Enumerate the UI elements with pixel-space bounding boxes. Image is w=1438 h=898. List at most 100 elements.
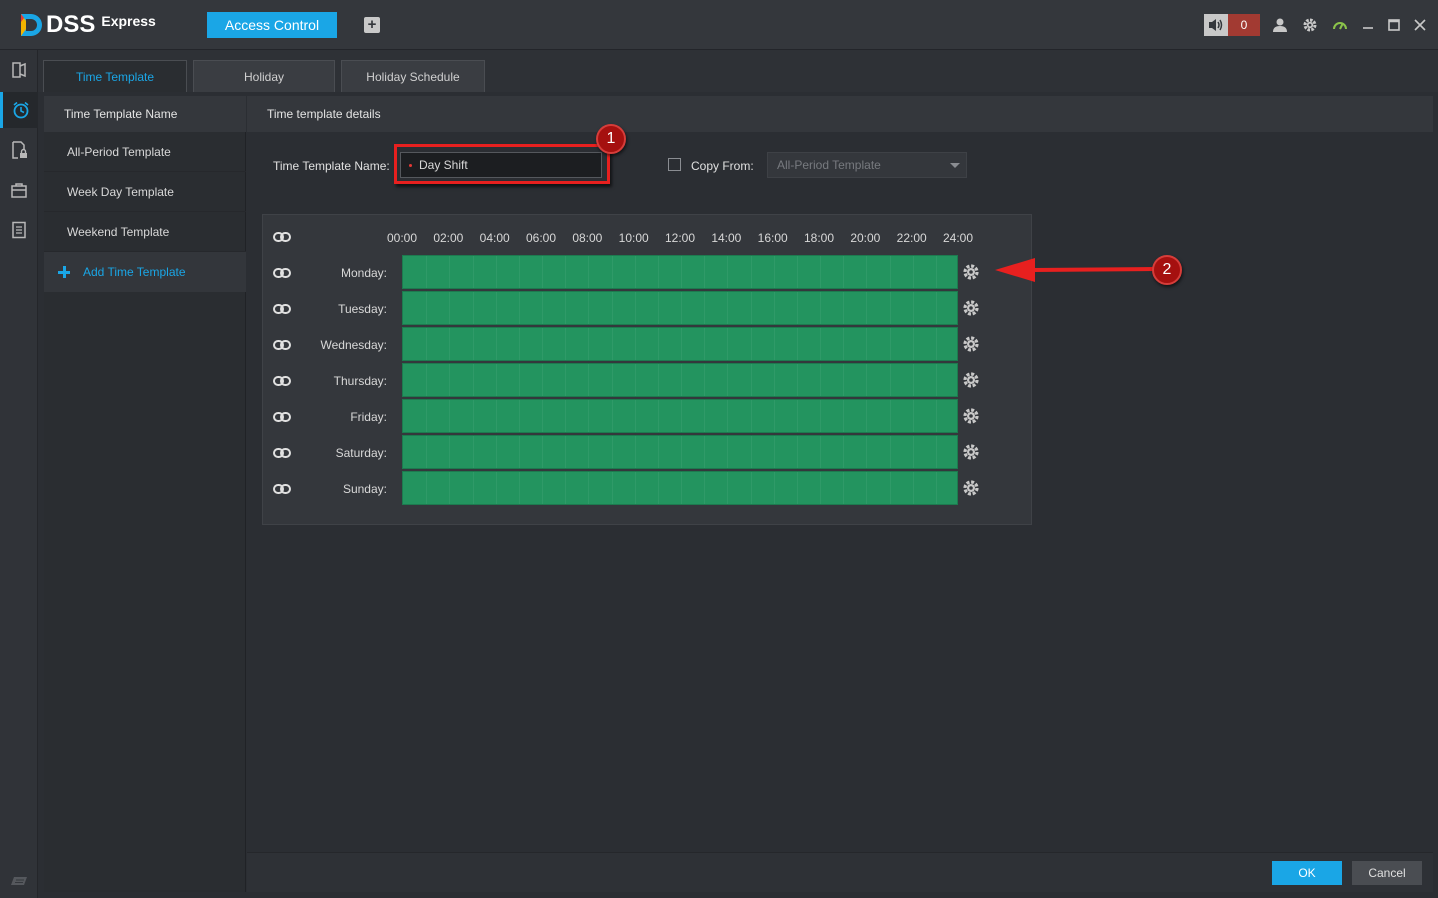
add-module-button[interactable]: + <box>364 17 380 33</box>
rail-keyboard-button[interactable] <box>0 862 38 898</box>
hour-gridline <box>657 256 659 288</box>
gear-icon[interactable] <box>962 479 980 497</box>
day-schedule-bar[interactable] <box>402 363 958 397</box>
link-day-icon[interactable] <box>273 483 291 495</box>
hour-gridline <box>796 256 798 288</box>
gear-icon[interactable] <box>962 371 980 389</box>
hour-gridline <box>426 472 428 504</box>
hour-gridline <box>843 472 845 504</box>
user-icon[interactable] <box>1271 16 1289 34</box>
hour-gridline <box>426 292 428 324</box>
ok-button[interactable]: OK <box>1272 861 1342 885</box>
link-day-icon[interactable] <box>273 339 291 351</box>
hour-gridline <box>472 436 474 468</box>
hour-gridline <box>750 472 752 504</box>
speaker-icon[interactable] <box>1204 14 1228 36</box>
alarm-count: 0 <box>1228 14 1260 36</box>
minimize-icon[interactable] <box>1359 16 1377 34</box>
link-day-icon[interactable] <box>273 267 291 279</box>
hour-gridline <box>727 256 729 288</box>
hour-gridline <box>820 292 821 324</box>
hour-gridline <box>657 364 659 396</box>
tab-time-template[interactable]: Time Template <box>43 60 187 92</box>
hour-gridline <box>727 472 729 504</box>
hour-gridline <box>611 364 613 396</box>
hour-gridline <box>796 328 798 360</box>
gear-icon[interactable] <box>962 443 980 461</box>
hour-gridline <box>750 364 752 396</box>
module-tab-access-control[interactable]: Access Control <box>207 12 337 38</box>
rail-door-button[interactable] <box>0 52 38 88</box>
hour-gridline <box>843 436 845 468</box>
copy-from-checkbox[interactable] <box>668 158 681 171</box>
hour-gridline <box>773 256 775 288</box>
template-list-panel: Time Template Name All-Period Template W… <box>44 96 246 892</box>
rail-record-button[interactable] <box>0 212 38 248</box>
keyboard-icon <box>11 877 27 885</box>
hour-gridline <box>935 292 937 324</box>
hour-gridline <box>820 436 821 468</box>
hour-gridline <box>820 472 821 504</box>
hour-gridline <box>681 472 682 504</box>
rail-time-button[interactable] <box>0 92 38 128</box>
hour-gridline <box>634 364 636 396</box>
hour-gridline <box>634 472 636 504</box>
hour-gridline <box>843 364 845 396</box>
day-schedule-bar[interactable] <box>402 255 958 289</box>
list-item-all-period[interactable]: All-Period Template <box>44 132 246 172</box>
annotation-badge-2: 2 <box>1152 255 1182 285</box>
link-day-icon[interactable] <box>273 303 291 315</box>
tab-holiday-schedule[interactable]: Holiday Schedule <box>341 60 485 92</box>
hour-gridline <box>704 256 706 288</box>
alarm-indicator[interactable]: 0 <box>1204 14 1260 36</box>
day-schedule-bar[interactable] <box>402 327 958 361</box>
hour-gridline <box>495 292 497 324</box>
gear-icon[interactable] <box>962 299 980 317</box>
hour-gridline <box>542 400 543 432</box>
copy-from-select[interactable]: All-Period Template <box>767 152 967 178</box>
hour-gridline <box>426 400 428 432</box>
day-schedule-bar[interactable] <box>402 291 958 325</box>
hour-gridline <box>866 472 868 504</box>
link-all-icon[interactable] <box>273 231 291 243</box>
hour-label: 20:00 <box>850 231 881 245</box>
cancel-button[interactable]: Cancel <box>1352 861 1422 885</box>
list-item-weekend[interactable]: Weekend Template <box>44 212 246 252</box>
gear-icon[interactable] <box>1301 16 1319 34</box>
add-time-template-label: Add Time Template <box>83 265 186 279</box>
gear-icon[interactable] <box>962 335 980 353</box>
rail-device-button[interactable] <box>0 172 38 208</box>
hour-gridline <box>889 400 891 432</box>
hour-gridline <box>565 364 567 396</box>
hour-gridline <box>542 292 543 324</box>
day-schedule-bar[interactable] <box>402 399 958 433</box>
hour-gridline <box>866 436 868 468</box>
day-schedule-bar[interactable] <box>402 471 958 505</box>
day-schedule-bar[interactable] <box>402 435 958 469</box>
hour-gridline <box>518 256 520 288</box>
tab-holiday[interactable]: Holiday <box>193 60 335 92</box>
performance-icon[interactable] <box>1331 16 1349 34</box>
hour-gridline <box>773 328 775 360</box>
link-day-icon[interactable] <box>273 375 291 387</box>
left-nav-rail <box>0 50 38 898</box>
hour-label: 14:00 <box>711 231 742 245</box>
close-icon[interactable] <box>1411 16 1429 34</box>
chevron-down-icon <box>950 163 960 168</box>
hour-gridline <box>704 292 706 324</box>
hour-gridline <box>565 400 567 432</box>
hour-gridline <box>588 292 590 324</box>
gear-icon[interactable] <box>962 407 980 425</box>
list-item-week-day[interactable]: Week Day Template <box>44 172 246 212</box>
hour-gridline <box>889 472 891 504</box>
rail-permission-button[interactable] <box>0 132 38 168</box>
maximize-icon[interactable] <box>1385 16 1403 34</box>
gear-icon[interactable] <box>962 263 980 281</box>
hour-gridline <box>449 292 451 324</box>
add-time-template-button[interactable]: Add Time Template <box>44 252 246 292</box>
hour-gridline <box>912 328 914 360</box>
link-day-icon[interactable] <box>273 411 291 423</box>
hour-gridline <box>704 472 706 504</box>
hour-gridline <box>634 328 636 360</box>
link-day-icon[interactable] <box>273 447 291 459</box>
